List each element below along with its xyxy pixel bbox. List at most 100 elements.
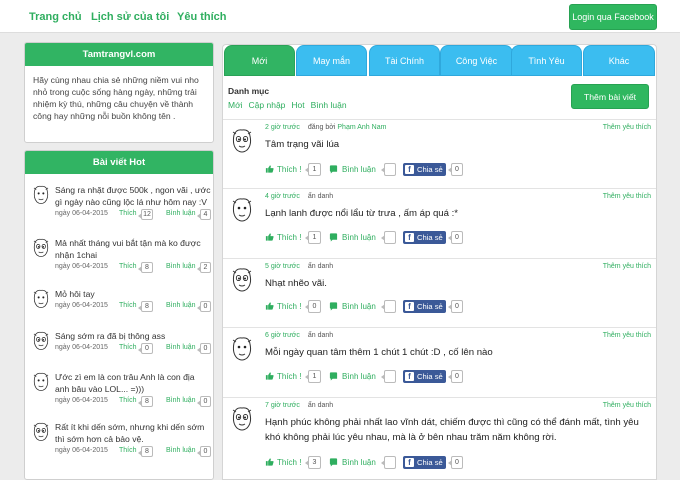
comment-button[interactable]: Bình luận <box>342 233 376 242</box>
facebook-share-button[interactable]: f Chia sẻ <box>403 300 446 313</box>
post-author-prefix: ẩn danh <box>307 332 334 339</box>
add-favorite-link[interactable]: Thêm yêu thích <box>603 402 651 409</box>
comment-button[interactable]: Bình luận <box>342 302 376 311</box>
post-actions: Thích ! 1 Bình luận f Chia sẻ 0 <box>265 163 645 177</box>
hot-comment-link[interactable]: Bình luận <box>166 447 196 454</box>
hot-post-title[interactable]: Mả nhất tháng vui bắt tận mà ko được nhậ… <box>55 237 211 261</box>
post-author[interactable]: Phạm Anh Nam <box>337 124 386 131</box>
avatar <box>31 421 51 443</box>
hot-comment-link[interactable]: Bình luận <box>166 344 196 351</box>
hot-post-title[interactable]: Rất ít khi dến sớm, nhưng khi dến sớm th… <box>55 421 211 445</box>
hot-post-title[interactable]: Sáng sớm ra đã bị thông ass <box>55 330 211 342</box>
avatar <box>31 184 51 206</box>
post-meta: 4 giờ trước ẩn danh <box>265 193 333 200</box>
thumbs-up-icon <box>265 371 274 381</box>
add-favorite-link[interactable]: Thêm yêu thích <box>603 332 651 339</box>
nav-history-link[interactable]: Lịch sử của tôi <box>91 11 169 23</box>
share-label: Chia sẻ <box>417 233 443 242</box>
like-count: 8 <box>138 396 153 407</box>
comment-button[interactable]: Bình luận <box>342 458 376 467</box>
category-title: Danh mục <box>228 86 270 96</box>
about-panel: Tamtrangvl.com Hãy cùng nhau chia sẻ nhữ… <box>24 42 214 143</box>
hot-post-item[interactable]: Sáng sớm ra đã bị thông ass ngày 06-04-20… <box>31 330 211 374</box>
like-button[interactable]: Thích ! <box>277 372 301 381</box>
post-time: 4 giờ trước <box>265 193 300 200</box>
comment-button[interactable]: Bình luận <box>342 165 376 174</box>
hot-post-title[interactable]: Sáng ra nhặt được 500k , ngon vãi , ước … <box>55 184 211 208</box>
filter-2[interactable]: Hot <box>291 100 304 110</box>
post-time: 5 giờ trước <box>265 263 300 270</box>
hot-comment-link[interactable]: Bình luận <box>166 263 196 270</box>
facebook-share-button[interactable]: f Chia sẻ <box>403 456 446 469</box>
hot-post-title[interactable]: Ước zì em là con trâu Anh là con địa anh… <box>55 371 211 395</box>
site-description: Hãy cùng nhau chia sẻ những niềm vui nho… <box>33 75 199 121</box>
avatar <box>230 196 254 224</box>
hot-post-meta: ngày 06-04-2015 Thích 0 Bình luận 0 <box>55 343 211 355</box>
hot-like-link[interactable]: Thích <box>119 447 137 454</box>
tab-3[interactable]: Công Việc <box>440 45 513 76</box>
like-count: 8 <box>138 262 153 273</box>
hot-comment-link[interactable]: Bình luận <box>166 397 196 404</box>
hot-like-link[interactable]: Thích <box>119 210 137 217</box>
share-label: Chia sẻ <box>417 302 443 311</box>
post-time: 7 giờ trước <box>265 402 300 409</box>
hot-post-date: ngày 06-04-2015 <box>55 447 108 454</box>
avatar <box>31 237 51 259</box>
add-post-button[interactable]: Thêm bài viết <box>571 84 649 109</box>
facebook-share-button[interactable]: f Chia sẻ <box>403 231 446 244</box>
tab-5[interactable]: Khác <box>583 45 655 76</box>
like-button[interactable]: Thích ! <box>277 165 301 174</box>
comment-count <box>381 300 396 313</box>
post-text: Lạnh lanh được nổi lẩu từ trưa , ấm áp q… <box>265 208 459 219</box>
hot-like-link[interactable]: Thích <box>119 344 137 351</box>
tab-0[interactable]: Mới <box>224 45 295 76</box>
add-favorite-link[interactable]: Thêm yêu thích <box>603 263 651 270</box>
hot-like-link[interactable]: Thích <box>119 397 137 404</box>
facebook-share-button[interactable]: f Chia sẻ <box>403 163 446 176</box>
like-button[interactable]: Thích ! <box>277 458 301 467</box>
tab-1[interactable]: May mắn <box>296 45 367 76</box>
filter-links: Mới Cập nhập Hot Bình luận <box>228 100 353 110</box>
filter-1[interactable]: Cập nhập <box>249 100 286 110</box>
post-time: 2 giờ trước <box>265 124 300 131</box>
add-favorite-link[interactable]: Thêm yêu thích <box>603 193 651 200</box>
hot-post-item[interactable]: Sáng ra nhặt được 500k , ngon vãi , ước … <box>31 184 211 228</box>
like-button[interactable]: Thích ! <box>277 233 301 242</box>
facebook-icon: f <box>405 372 414 381</box>
post-author-prefix: đăng bởi <box>307 124 336 131</box>
share-label: Chia sẻ <box>417 372 443 381</box>
tab-2[interactable]: Tài Chính <box>369 45 440 76</box>
facebook-login-button[interactable]: Login qua Facebook <box>569 4 657 30</box>
hot-post-item[interactable]: Mả nhất tháng vui bắt tận mà ko được nhậ… <box>31 237 211 281</box>
hot-comment-link[interactable]: Bình luận <box>166 210 196 217</box>
hot-comment-link[interactable]: Bình luận <box>166 302 196 309</box>
share-count: 0 <box>448 300 463 313</box>
hot-post-item[interactable]: Mỏ hôi tay ngày 06-04-2015 Thích 8 Bình luận… <box>31 288 211 332</box>
add-favorite-link[interactable]: Thêm yêu thích <box>603 124 651 131</box>
filter-3[interactable]: Bình luận <box>311 100 347 110</box>
share-count: 0 <box>448 456 463 469</box>
avatar <box>31 371 51 393</box>
like-button[interactable]: Thích ! <box>277 302 301 311</box>
tab-4[interactable]: Tình Yêu <box>511 45 582 76</box>
filter-0[interactable]: Mới <box>228 100 243 110</box>
share-count: 0 <box>448 163 463 176</box>
top-navbar: Trang chủ Lịch sử của tôi Yêu thích Logi… <box>0 0 680 33</box>
thumbs-up-icon <box>265 457 274 467</box>
post-card: 6 giờ trước ẩn danh Thêm yêu thích Mỗi ngày… <box>223 327 656 397</box>
hot-post-item[interactable]: Ước zì em là con trâu Anh là con địa anh… <box>31 371 211 415</box>
facebook-share-button[interactable]: f Chia sẻ <box>403 370 446 383</box>
like-count: 3 <box>305 456 321 469</box>
comment-button[interactable]: Bình luận <box>342 372 376 381</box>
hot-post-item[interactable]: Rất ít khi dến sớm, nhưng khi dến sớm th… <box>31 421 211 465</box>
like-count: 8 <box>138 446 153 457</box>
share-label: Chia sẻ <box>417 458 443 467</box>
hot-like-link[interactable]: Thích <box>119 263 137 270</box>
thumbs-up-icon <box>265 164 274 174</box>
like-count: 8 <box>138 301 153 312</box>
avatar <box>230 335 254 363</box>
nav-favorites-link[interactable]: Yêu thích <box>177 11 227 23</box>
nav-home-link[interactable]: Trang chủ <box>29 11 82 23</box>
hot-post-title[interactable]: Mỏ hôi tay <box>55 288 211 300</box>
hot-like-link[interactable]: Thích <box>119 302 137 309</box>
